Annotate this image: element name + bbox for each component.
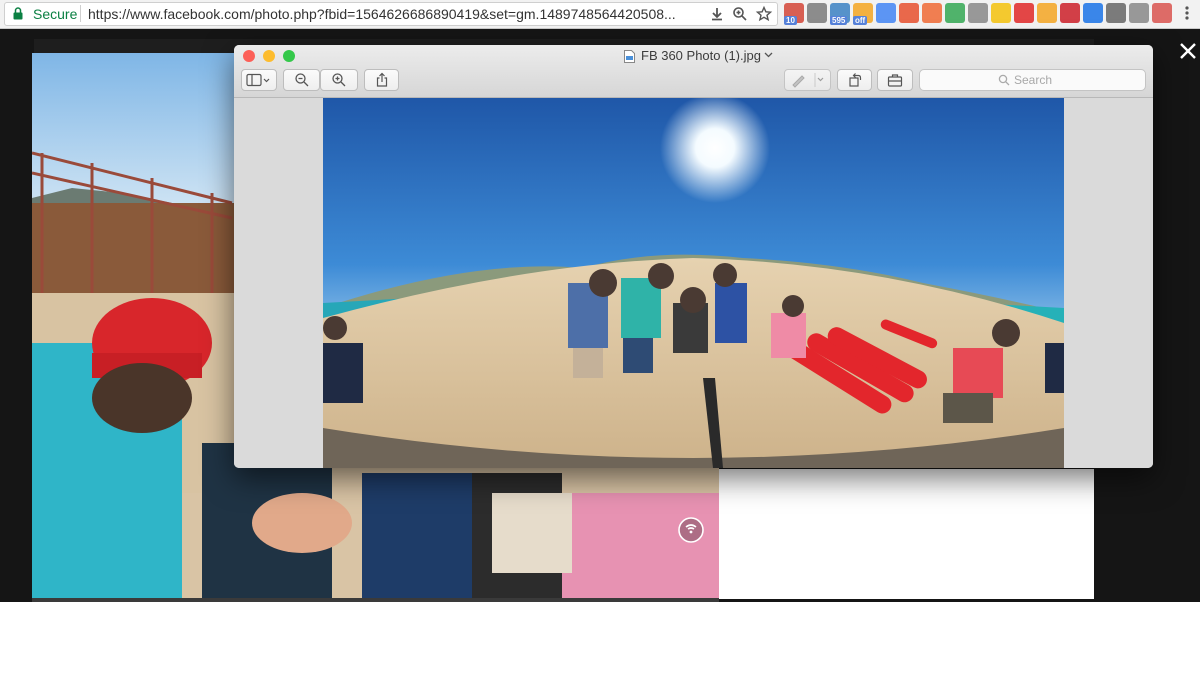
search-icon (998, 74, 1010, 86)
arrow-extension-icon[interactable] (1083, 3, 1103, 23)
facebook-photo-footer (32, 598, 719, 602)
sidebar-toggle-button[interactable] (241, 69, 277, 91)
sidebar-icon (246, 73, 270, 87)
download-icon[interactable] (708, 5, 726, 23)
markup-pen-button[interactable] (784, 69, 831, 91)
photo-extension-icon[interactable]: 595 (830, 3, 850, 25)
minimize-window-button[interactable] (263, 50, 275, 62)
rotate-button[interactable] (837, 69, 872, 91)
chevron-down-icon[interactable] (764, 52, 773, 58)
lock-icon (13, 7, 23, 20)
zoom-out-icon (295, 73, 309, 87)
360-extension-icon[interactable] (1152, 3, 1172, 23)
fd-extension-icon[interactable] (968, 3, 988, 23)
gear-extension-icon[interactable] (1106, 3, 1126, 23)
pen-icon (792, 73, 824, 88)
search-field[interactable]: Search (919, 69, 1146, 91)
honey-extension-icon[interactable] (1037, 3, 1057, 23)
zoom-window-button[interactable] (283, 50, 295, 62)
emoji-extension-icon[interactable] (991, 3, 1011, 23)
close-window-button[interactable] (243, 50, 255, 62)
document-icon (624, 50, 635, 63)
share-button[interactable] (364, 69, 399, 91)
close-icon[interactable] (1178, 41, 1198, 61)
view-360-icon[interactable] (676, 515, 706, 545)
lastpass-extension-icon[interactable] (1060, 3, 1080, 23)
bookmark-star-icon[interactable] (755, 5, 773, 23)
preview-titlebar: FB 360 Photo (1).jpg Search (234, 45, 1153, 98)
extension-badge: 595 (830, 16, 848, 25)
ghost-extension-icon[interactable] (1129, 3, 1149, 23)
coupon-extension-icon[interactable]: off (853, 3, 873, 25)
color-wheel-extension-icon[interactable] (945, 3, 965, 23)
search-placeholder: Search (1014, 73, 1053, 87)
zoom-in-button[interactable] (320, 69, 358, 91)
toolbox-icon (887, 74, 903, 87)
calendar-extension-icon[interactable]: 10 (784, 3, 804, 25)
preview-canvas (234, 98, 1153, 468)
chrome-menu-icon[interactable] (1184, 5, 1190, 21)
extension-badge: 10 (784, 16, 797, 25)
url-text[interactable]: https://www.facebook.com/photo.php?fbid=… (88, 6, 700, 22)
panorama-image[interactable] (323, 98, 1064, 468)
preview-window: FB 360 Photo (1).jpg Search (234, 45, 1153, 468)
facebook-comments-panel (719, 469, 1094, 599)
zoom-out-button[interactable] (283, 69, 320, 91)
share-icon (376, 72, 388, 87)
url-separator (80, 5, 81, 22)
zoom-in-icon (332, 73, 346, 87)
window-title[interactable]: FB 360 Photo (1).jpg (641, 48, 761, 63)
address-bar[interactable]: Secure https://www.facebook.com/photo.ph… (4, 2, 778, 26)
extension-badge: off (853, 16, 868, 25)
todo-extension-icon[interactable] (899, 3, 919, 23)
browser-toolbar: Secure https://www.facebook.com/photo.ph… (0, 0, 1200, 29)
timer-extension-icon[interactable] (922, 3, 942, 23)
zoom-icon[interactable] (731, 5, 749, 23)
rocket-extension-icon[interactable] (807, 3, 827, 23)
translate-extension-icon[interactable] (876, 3, 896, 23)
flipboard-extension-icon[interactable] (1014, 3, 1034, 23)
secure-label: Secure (33, 6, 78, 22)
rotate-icon (849, 73, 862, 87)
panorama-photo (323, 98, 1064, 468)
toolbox-button[interactable] (877, 69, 913, 91)
